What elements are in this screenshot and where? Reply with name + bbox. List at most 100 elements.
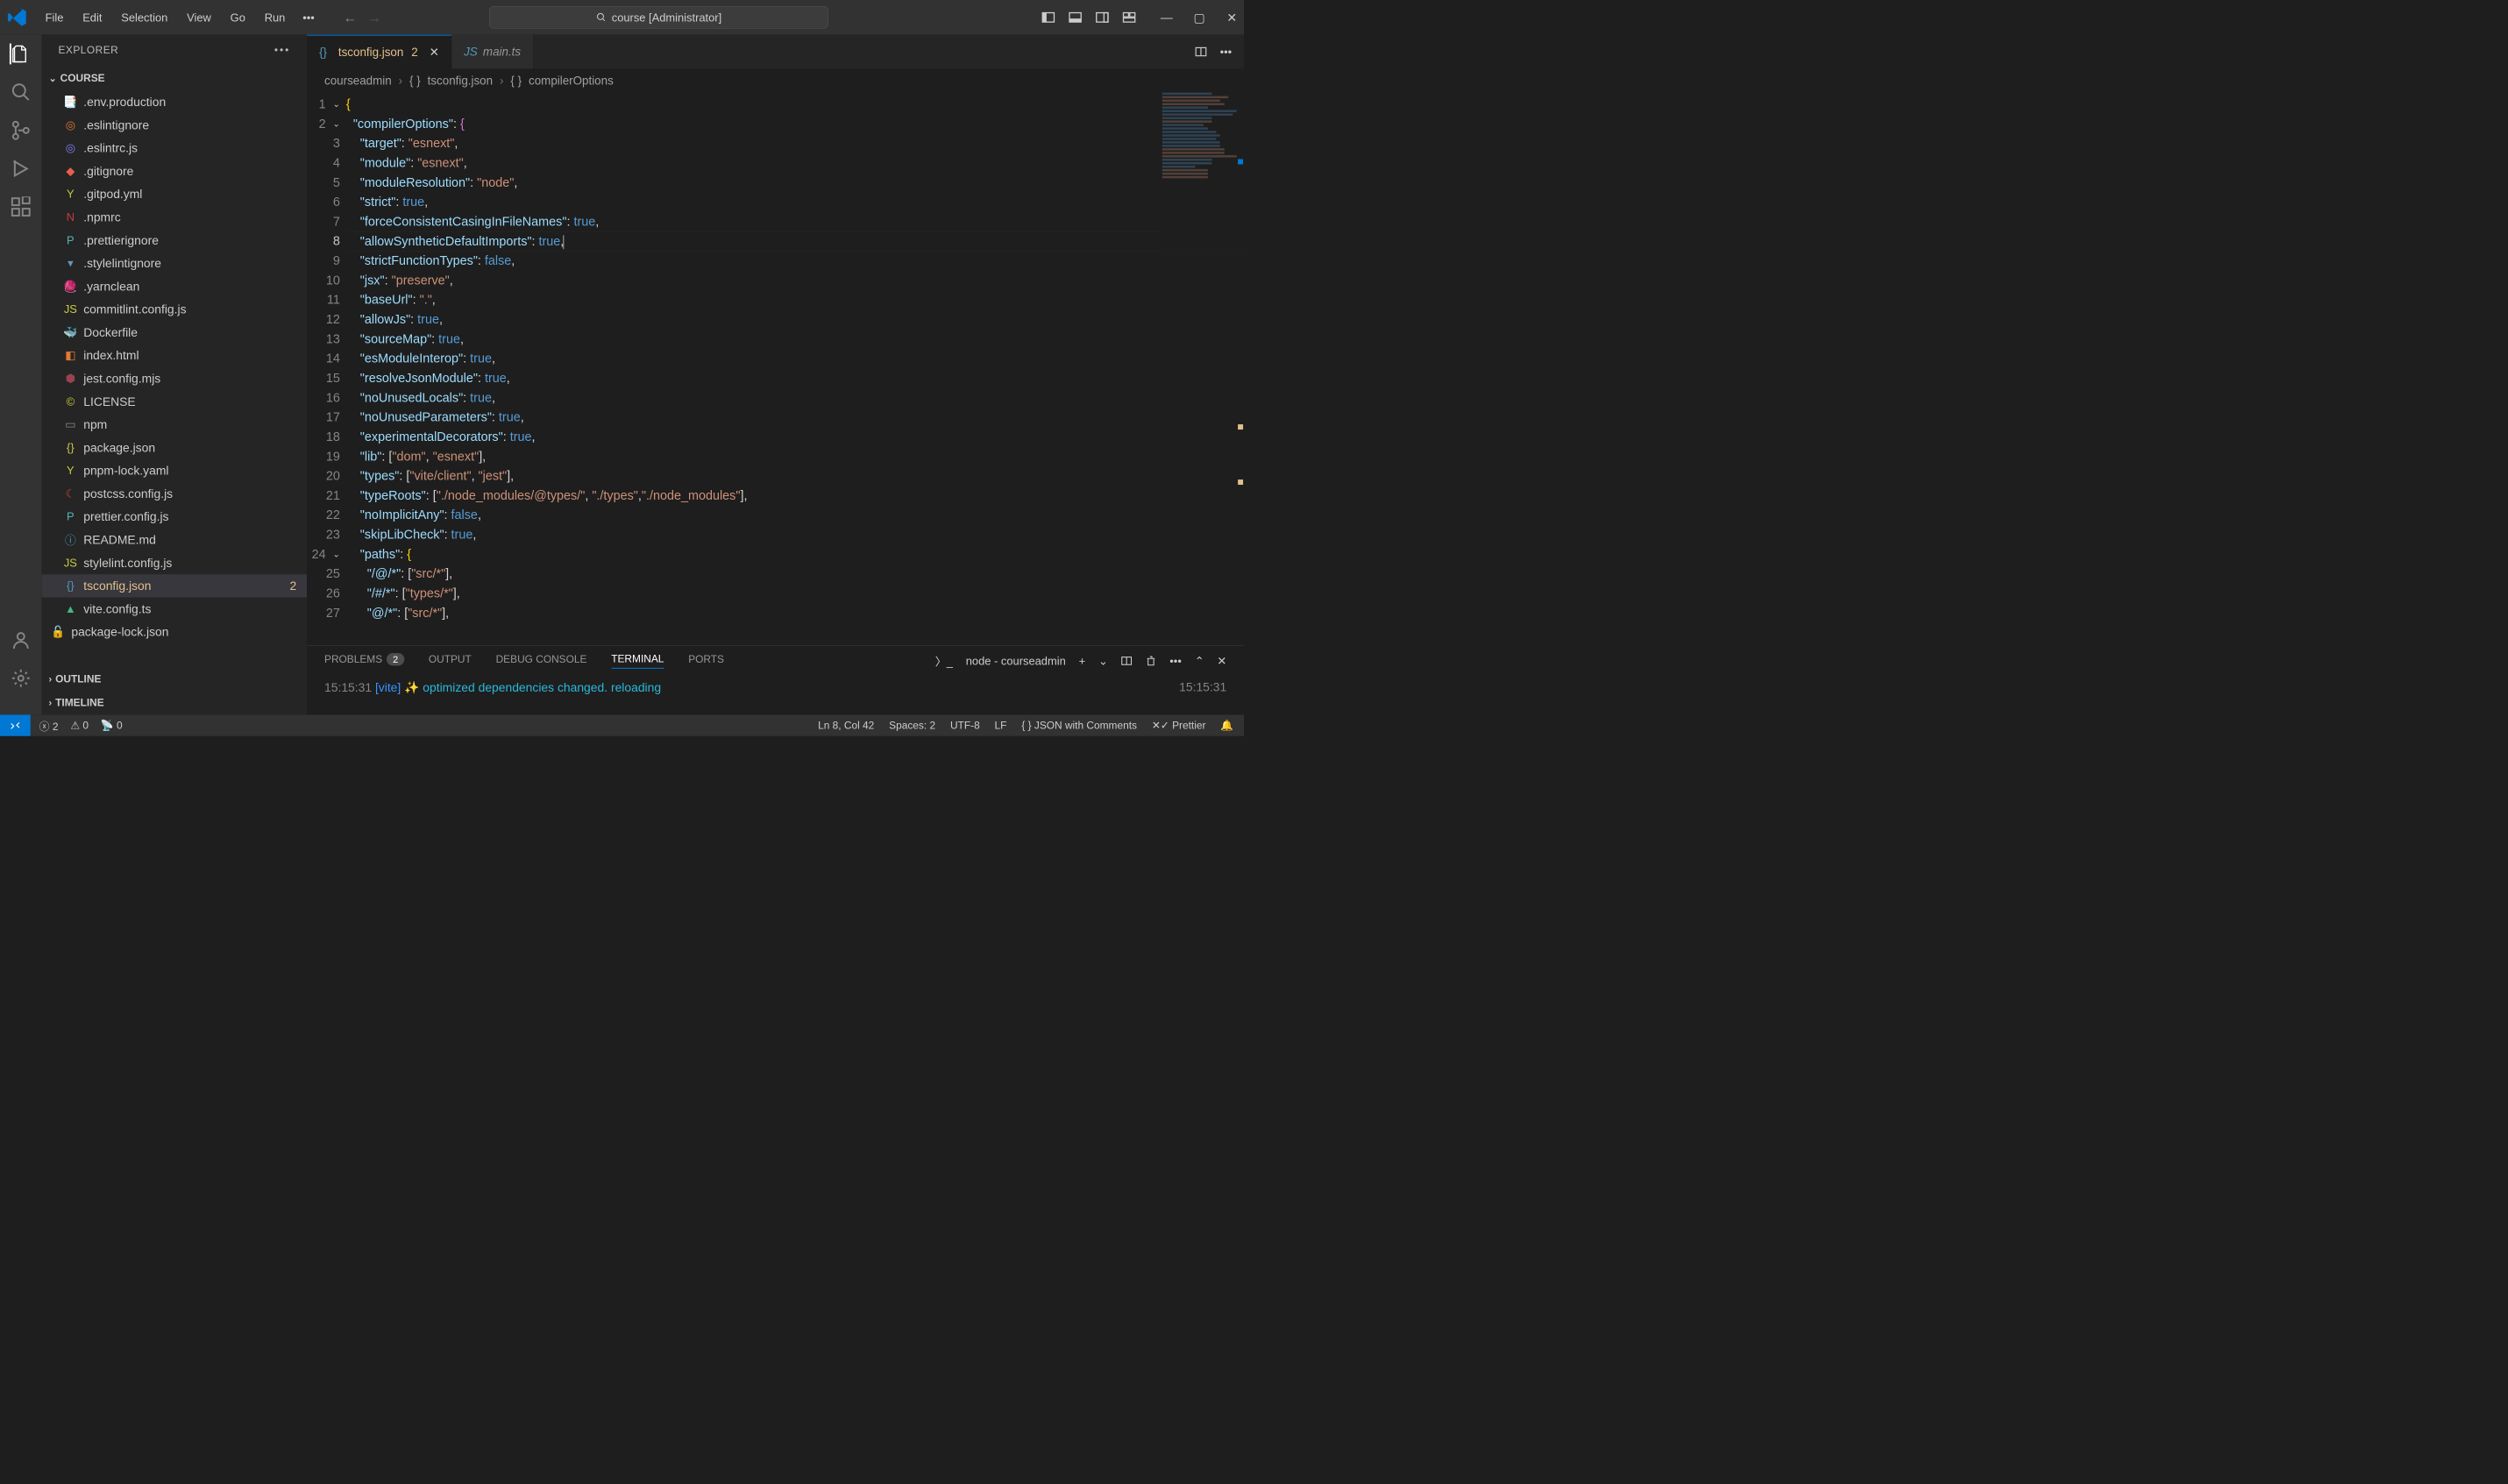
status-ports[interactable]: 📡 0 (101, 719, 123, 731)
code-line[interactable]: "jsx": "preserve", (346, 271, 1244, 290)
settings-gear-icon[interactable] (11, 668, 32, 689)
code-line[interactable]: "resolveJsonModule": true, (346, 369, 1244, 388)
line-number[interactable]: 14 (307, 349, 340, 368)
file--gitpod-yml[interactable]: Y.gitpod.yml (42, 182, 308, 205)
line-number[interactable]: 8 (307, 231, 340, 251)
code-line[interactable]: "typeRoots": ["./node_modules/@types/", … (346, 486, 1244, 506)
line-number[interactable]: 19 (307, 447, 340, 466)
extensions-icon[interactable] (11, 196, 32, 217)
close-tab-icon[interactable]: ✕ (430, 46, 439, 59)
search-activity-icon[interactable] (11, 82, 32, 103)
code-line[interactable]: "noImplicitAny": false, (346, 506, 1244, 525)
code-line[interactable]: "allowJs": true, (346, 310, 1244, 330)
code-line[interactable]: "target": "esnext", (346, 134, 1244, 153)
status-errors[interactable]: ⓧ 2 (39, 718, 59, 733)
line-number[interactable]: 11 (307, 290, 340, 309)
file-index-html[interactable]: ◧index.html (42, 344, 308, 366)
code-line[interactable]: "strict": true, (346, 193, 1244, 212)
line-number[interactable]: 15 (307, 369, 340, 388)
maximize-panel-icon[interactable]: ⌃ (1195, 654, 1204, 667)
command-center[interactable]: course [Administrator] (489, 6, 828, 29)
line-number[interactable]: 12 (307, 310, 340, 330)
menu-edit[interactable]: Edit (75, 7, 110, 27)
code-line[interactable]: "module": "esnext", (346, 153, 1244, 173)
panel-tab-ports[interactable]: PORTS (688, 653, 724, 668)
code-line[interactable]: "paths": { (346, 544, 1244, 564)
tab-tsconfig-json[interactable]: {}tsconfig.json2✕ (307, 35, 451, 69)
file--stylelintignore[interactable]: ▾.stylelintignore (42, 252, 308, 274)
layout-sidebar-left-icon[interactable] (1041, 11, 1055, 25)
code-line[interactable]: "/@/*": ["src/*"], (346, 564, 1244, 584)
status-language[interactable]: { } JSON with Comments (1021, 720, 1137, 732)
file-commitlint-config-js[interactable]: JScommitlint.config.js (42, 298, 308, 321)
code-line[interactable]: "esModuleInterop": true, (346, 349, 1244, 368)
breadcrumb-item[interactable]: compilerOptions (529, 75, 614, 88)
line-number[interactable]: 21 (307, 486, 340, 506)
line-number[interactable]: 26 (307, 584, 340, 603)
file-package-json[interactable]: {}package.json (42, 436, 308, 458)
kill-terminal-icon[interactable] (1146, 655, 1157, 666)
menu-view[interactable]: View (179, 7, 219, 27)
code-line[interactable]: "sourceMap": true, (346, 330, 1244, 349)
file-stylelint-config-js[interactable]: JSstylelint.config.js (42, 551, 308, 574)
minimap[interactable] (1159, 91, 1241, 256)
file-jest-config-mjs[interactable]: ⬢jest.config.mjs (42, 367, 308, 390)
line-number[interactable]: 18 (307, 428, 340, 447)
line-number[interactable]: 20 (307, 466, 340, 486)
file-README-md[interactable]: ⓘREADME.md (42, 529, 308, 551)
line-number[interactable]: 23 (307, 525, 340, 544)
code-line[interactable]: "skipLibCheck": true, (346, 525, 1244, 544)
breadcrumb-item[interactable]: tsconfig.json (428, 75, 493, 88)
fold-icon[interactable]: ⌄ (333, 114, 340, 133)
code-line[interactable]: "moduleResolution": "node", (346, 173, 1244, 192)
account-icon[interactable] (11, 629, 32, 650)
line-number[interactable]: 6 (307, 193, 340, 212)
line-number[interactable]: 9 (307, 252, 340, 271)
line-number[interactable]: 25 (307, 564, 340, 584)
explorer-more-icon[interactable]: ••• (274, 45, 290, 57)
panel-tab-terminal[interactable]: TERMINAL (611, 653, 664, 669)
fold-icon[interactable]: ⌄ (333, 544, 340, 564)
layout-customize-icon[interactable] (1122, 11, 1136, 25)
line-number[interactable]: 13 (307, 330, 340, 349)
outline-section[interactable]: ›OUTLINE (49, 668, 301, 692)
code-line[interactable]: "forceConsistentCasingInFileNames": true… (346, 212, 1244, 231)
line-number[interactable]: 24⌄ (307, 544, 340, 564)
file--prettierignore[interactable]: P.prettierignore (42, 229, 308, 252)
code-line[interactable]: "lib": ["dom", "esnext"], (346, 447, 1244, 466)
code-line[interactable]: "/#/*": ["types/*"], (346, 584, 1244, 603)
nav-forward-icon[interactable]: → (367, 10, 381, 25)
code-line[interactable]: "allowSyntheticDefaultImports": true, (346, 231, 1244, 251)
new-terminal-icon[interactable]: + (1079, 654, 1086, 667)
line-number[interactable]: 17 (307, 408, 340, 427)
file-pnpm-lock-yaml[interactable]: Ypnpm-lock.yaml (42, 459, 308, 482)
breadcrumb-item[interactable]: courseadmin (324, 75, 392, 88)
file--env-production[interactable]: 📑.env.production (42, 90, 308, 113)
panel-tab-output[interactable]: OUTPUT (429, 653, 472, 668)
code-line[interactable]: "baseUrl": ".", (346, 290, 1244, 309)
split-terminal-icon[interactable] (1121, 655, 1133, 666)
file-Dockerfile[interactable]: 🐳Dockerfile (42, 321, 308, 344)
project-header[interactable]: ⌄ COURSE (42, 66, 308, 90)
timeline-section[interactable]: ›TIMELINE (49, 692, 301, 715)
code-line[interactable]: "compilerOptions": { (346, 114, 1244, 133)
file-npm[interactable]: ▭npm (42, 413, 308, 436)
terminal-content[interactable]: 15:15:31 [vite] ✨ optimized dependencies… (307, 676, 1244, 699)
code-line[interactable]: "types": ["vite/client", "jest"], (346, 466, 1244, 486)
maximize-button[interactable]: ▢ (1194, 11, 1204, 25)
panel-tab-problems[interactable]: PROBLEMS2 (324, 653, 404, 668)
line-number[interactable]: 4 (307, 153, 340, 173)
close-button[interactable]: ✕ (1226, 11, 1237, 25)
status-warnings[interactable]: ⚠ 0 (70, 719, 89, 731)
line-number[interactable]: 16 (307, 388, 340, 408)
line-number[interactable]: 2⌄ (307, 114, 340, 133)
source-control-icon[interactable] (11, 120, 32, 141)
status-cursor[interactable]: Ln 8, Col 42 (818, 720, 874, 732)
line-number[interactable]: 5 (307, 173, 340, 192)
line-number[interactable]: 3 (307, 134, 340, 153)
line-number[interactable]: 27 (307, 603, 340, 622)
line-number[interactable]: 7 (307, 212, 340, 231)
close-panel-icon[interactable]: ✕ (1217, 654, 1226, 667)
code-editor[interactable]: 1⌄2⌄345678910111213141516171819202122232… (307, 93, 1244, 645)
status-encoding[interactable]: UTF-8 (950, 720, 980, 732)
